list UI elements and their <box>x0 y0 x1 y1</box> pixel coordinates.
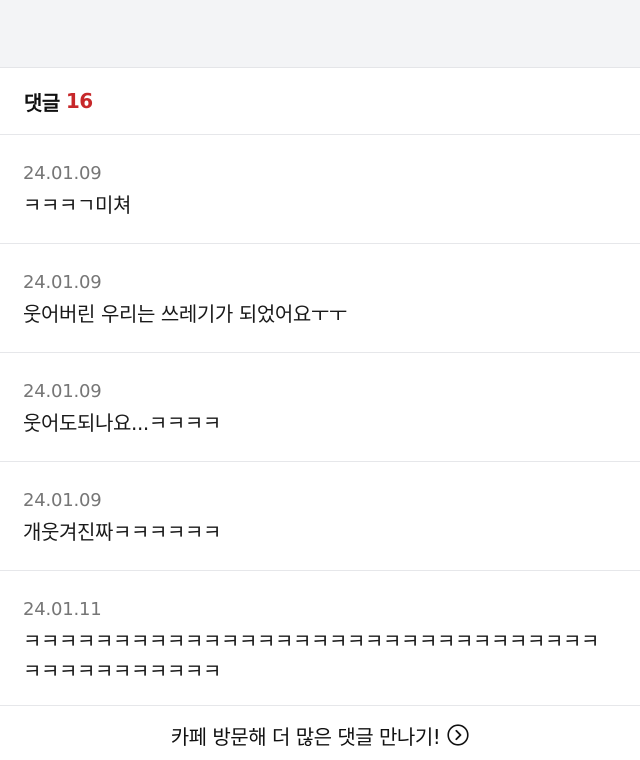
comment-date: 24.01.11 <box>23 599 102 620</box>
comments-page: 댓글 16 24.01.09 ㅋㅋㅋㄱ미쳐 24.01.09 웃어버린 우리는 … <box>0 0 640 760</box>
comment-item: 24.01.11 ㅋㅋㅋㅋㅋㅋㅋㅋㅋㅋㅋㅋㅋㅋㅋㅋㅋㅋㅋㅋㅋㅋㅋㅋㅋㅋㅋㅋㅋㅋㅋ… <box>0 571 640 706</box>
comment-item: 24.01.09 개웃겨진짜ㅋㅋㅋㅋㅋㅋ <box>0 462 640 571</box>
comment-date: 24.01.09 <box>23 163 102 184</box>
comment-item: 24.01.09 ㅋㅋㅋㄱ미쳐 <box>0 135 640 244</box>
comment-date: 24.01.09 <box>23 272 102 293</box>
comment-date: 24.01.09 <box>23 490 102 511</box>
comment-date: 24.01.09 <box>23 381 102 402</box>
comments-count: 16 <box>65 89 93 113</box>
comments-title: 댓글 <box>24 90 60 115</box>
visit-cafe-more-comments-link[interactable]: 카페 방문해 더 많은 댓글 만나기! <box>0 706 640 760</box>
chevron-right-circle-icon <box>447 724 469 746</box>
comment-list: 24.01.09 ㅋㅋㅋㄱ미쳐 24.01.09 웃어버린 우리는 쓰레기가 되… <box>0 135 640 706</box>
comment-item: 24.01.09 웃어도되나요...ㅋㅋㅋㅋ <box>0 353 640 462</box>
top-bar <box>0 0 640 68</box>
comment-text: 웃어도되나요...ㅋㅋㅋㅋ <box>23 411 221 435</box>
comment-text: 웃어버린 우리는 쓰레기가 되었어요ㅜㅜ <box>23 302 347 326</box>
comment-text: ㅋㅋㅋㅋㅋㅋㅋㅋㅋㅋㅋㅋㅋㅋㅋㅋㅋㅋㅋㅋㅋㅋㅋㅋㅋㅋㅋㅋㅋㅋㅋㅋㅋㅋㅋㅋㅋㅋㅋㅋ… <box>23 629 599 683</box>
comment-item: 24.01.09 웃어버린 우리는 쓰레기가 되었어요ㅜㅜ <box>0 244 640 353</box>
comments-header: 댓글 16 <box>0 68 640 135</box>
comment-text: 개웃겨진짜ㅋㅋㅋㅋㅋㅋ <box>23 520 221 544</box>
comment-text: ㅋㅋㅋㄱ미쳐 <box>23 193 131 217</box>
visit-cafe-link-label: 카페 방문해 더 많은 댓글 만나기! <box>170 724 441 749</box>
